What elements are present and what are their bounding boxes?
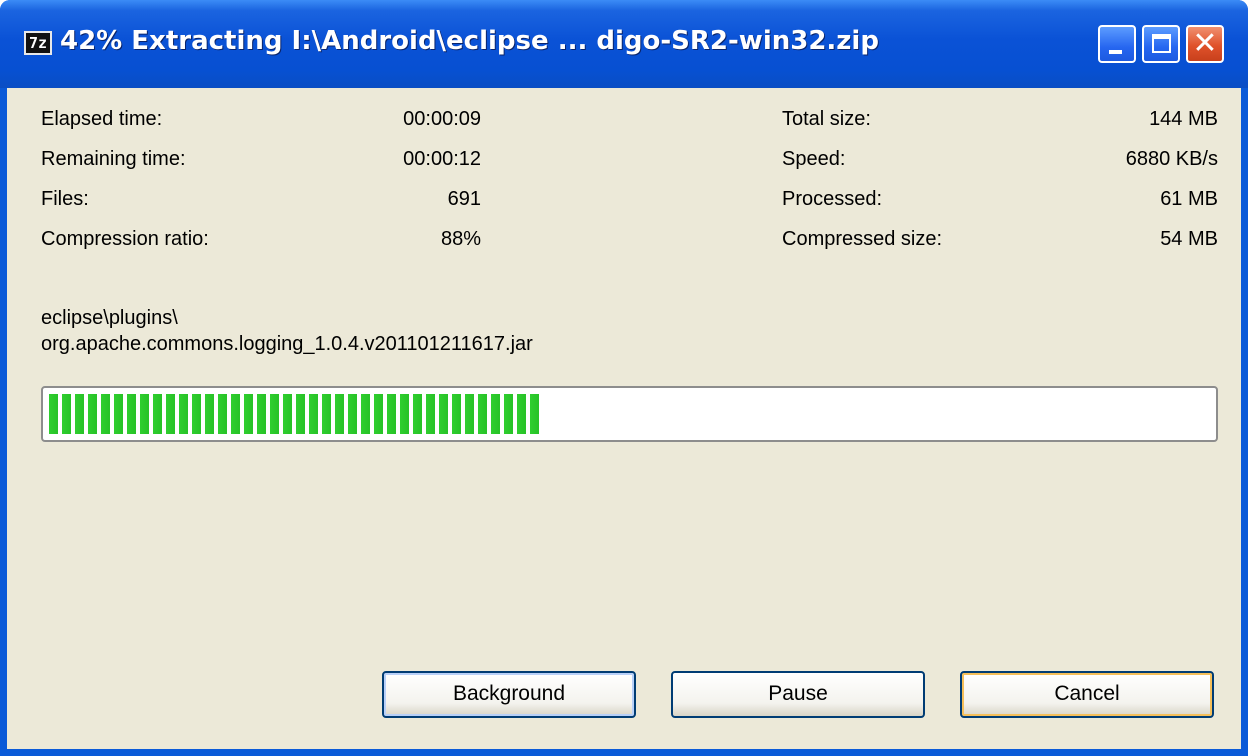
speed-value: 6880 KB/s xyxy=(1125,148,1218,170)
speed-label: Speed: xyxy=(782,148,846,170)
minimize-button[interactable] xyxy=(1098,25,1136,63)
compressed-size-value: 54 MB xyxy=(1160,228,1218,250)
7zip-app-icon[interactable]: 7z xyxy=(24,31,52,55)
pause-button[interactable]: Pause xyxy=(671,671,925,718)
title-bar[interactable]: 7z 42% Extracting I:\Android\eclipse ...… xyxy=(0,0,1248,88)
current-file-folder: eclipse\plugins\ xyxy=(41,307,178,329)
dialog-body: Elapsed time: 00:00:09 Remaining time: 0… xyxy=(7,88,1241,749)
processed-value: 61 MB xyxy=(1160,188,1218,210)
files-label: Files: xyxy=(41,188,89,210)
window-title: 42% Extracting I:\Android\eclipse ... di… xyxy=(60,26,879,56)
extraction-progress-bar xyxy=(41,386,1218,442)
remaining-time-label: Remaining time: xyxy=(41,148,186,170)
current-file-name: org.apache.commons.logging_1.0.4.v201101… xyxy=(41,333,533,355)
maximize-button[interactable] xyxy=(1142,25,1180,63)
processed-label: Processed: xyxy=(782,188,883,210)
minimize-icon xyxy=(1109,50,1122,54)
progress-bar-fill xyxy=(49,394,539,434)
background-button[interactable]: Background xyxy=(382,671,636,718)
compressed-size-label: Compressed size: xyxy=(782,228,943,250)
total-size-value: 144 MB xyxy=(1149,108,1218,130)
total-size-label: Total size: xyxy=(782,108,871,130)
files-value: 691 xyxy=(447,188,481,210)
cancel-button[interactable]: Cancel xyxy=(960,671,1214,718)
elapsed-time-label: Elapsed time: xyxy=(41,108,163,130)
close-button[interactable]: ✕ xyxy=(1186,25,1224,63)
remaining-time-value: 00:00:12 xyxy=(403,148,481,170)
elapsed-time-value: 00:00:09 xyxy=(403,108,481,130)
maximize-icon xyxy=(1152,34,1171,53)
compression-ratio-label: Compression ratio: xyxy=(41,228,209,250)
close-icon: ✕ xyxy=(1192,27,1218,60)
compression-ratio-value: 88% xyxy=(440,228,481,250)
extract-progress-window: 7z 42% Extracting I:\Android\eclipse ...… xyxy=(0,0,1248,756)
